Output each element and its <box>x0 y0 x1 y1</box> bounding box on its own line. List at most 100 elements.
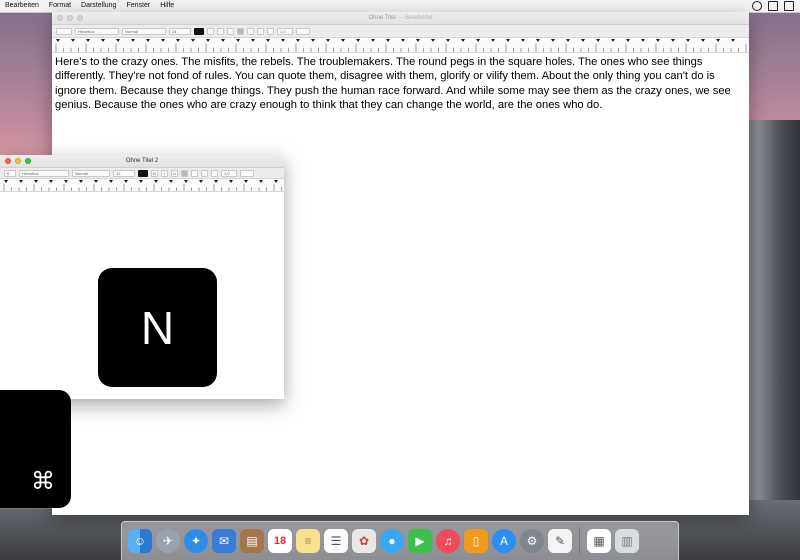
textedit-icon[interactable]: ✎ <box>548 529 572 553</box>
ruler[interactable] <box>0 179 284 192</box>
tab-stop-marker[interactable] <box>176 39 180 42</box>
align-left-button[interactable] <box>181 169 188 177</box>
document-icon[interactable]: ▦ <box>587 529 611 553</box>
document-body[interactable]: Here's to the crazy ones. The misfits, t… <box>52 53 749 115</box>
battery-icon[interactable] <box>784 1 794 11</box>
tab-stop-marker[interactable] <box>461 39 465 42</box>
font-style-select[interactable]: Normal <box>72 169 110 177</box>
align-center-button[interactable] <box>247 27 254 35</box>
safari-icon[interactable]: ✦ <box>184 529 208 553</box>
tab-stop-marker[interactable] <box>356 39 360 42</box>
text-color-well[interactable] <box>138 169 148 177</box>
launchpad-icon[interactable]: ✈ <box>156 529 180 553</box>
text-color-well[interactable] <box>194 27 204 35</box>
tab-stop-marker[interactable] <box>686 39 690 42</box>
tab-stop-marker[interactable] <box>251 39 255 42</box>
tab-stop-marker[interactable] <box>431 39 435 42</box>
tab-stop-marker[interactable] <box>341 39 345 42</box>
tab-stop-marker[interactable] <box>401 39 405 42</box>
line-spacing-select[interactable]: 1,0 <box>221 169 237 177</box>
finder-icon[interactable]: ☺ <box>128 529 152 553</box>
menu-hilfe[interactable]: Hilfe <box>155 0 179 12</box>
airplay-icon[interactable] <box>768 1 778 11</box>
tab-stop-marker[interactable] <box>124 180 128 183</box>
bold-button[interactable] <box>207 27 214 35</box>
notes-icon[interactable]: ≡ <box>296 529 320 553</box>
tab-stop-marker[interactable] <box>551 39 555 42</box>
tab-stop-marker[interactable] <box>244 180 248 183</box>
trash-icon[interactable]: ▥ <box>615 529 639 553</box>
paragraph-styles-button[interactable]: ¶ <box>4 169 16 177</box>
tab-stop-marker[interactable] <box>19 180 23 183</box>
tab-stop-marker[interactable] <box>656 39 660 42</box>
ibooks-icon[interactable]: ▯ <box>464 529 488 553</box>
window-titlebar[interactable]: Ohne Titel — Bearbeitet <box>52 12 749 25</box>
time-machine-icon[interactable] <box>752 1 762 11</box>
align-justify-button[interactable] <box>267 27 274 35</box>
menu-format[interactable]: Format <box>44 0 76 12</box>
reminders-icon[interactable]: ☰ <box>324 529 348 553</box>
contacts-icon[interactable]: ▤ <box>240 529 264 553</box>
menu-fenster[interactable]: Fenster <box>121 0 155 12</box>
tab-stop-marker[interactable] <box>214 180 218 183</box>
font-family-select[interactable]: Helvetica <box>19 169 69 177</box>
tab-stop-marker[interactable] <box>221 39 225 42</box>
tab-stop-marker[interactable] <box>671 39 675 42</box>
system-preferences-icon[interactable]: ⚙ <box>520 529 544 553</box>
tab-stop-marker[interactable] <box>139 180 143 183</box>
facetime-icon[interactable]: ▶ <box>408 529 432 553</box>
tab-stop-marker[interactable] <box>154 180 158 183</box>
font-size-select[interactable]: 12 <box>113 169 135 177</box>
tab-stop-marker[interactable] <box>184 180 188 183</box>
tab-stop-marker[interactable] <box>491 39 495 42</box>
tab-stop-marker[interactable] <box>146 39 150 42</box>
itunes-icon[interactable]: ♫ <box>436 529 460 553</box>
tab-stop-marker[interactable] <box>236 39 240 42</box>
tab-stop-marker[interactable] <box>596 39 600 42</box>
align-center-button[interactable] <box>191 169 198 177</box>
window-titlebar[interactable]: Ohne Titel 2 <box>0 155 284 168</box>
tab-stop-marker[interactable] <box>311 39 315 42</box>
tab-stop-marker[interactable] <box>626 39 630 42</box>
tab-stop-marker[interactable] <box>191 39 195 42</box>
tab-stop-marker[interactable] <box>49 180 53 183</box>
tab-stop-marker[interactable] <box>79 180 83 183</box>
tab-stop-marker[interactable] <box>169 180 173 183</box>
appstore-icon[interactable]: A <box>492 529 516 553</box>
font-size-select[interactable]: 24 <box>169 27 191 35</box>
tab-stop-marker[interactable] <box>199 180 203 183</box>
tab-stop-marker[interactable] <box>116 39 120 42</box>
tab-stop-marker[interactable] <box>506 39 510 42</box>
tab-stop-marker[interactable] <box>566 39 570 42</box>
tab-stop-marker[interactable] <box>701 39 705 42</box>
messages-icon[interactable]: ● <box>380 529 404 553</box>
font-style-select[interactable]: Normal <box>122 27 166 35</box>
tab-stop-marker[interactable] <box>611 39 615 42</box>
tab-stop-marker[interactable] <box>86 39 90 42</box>
mail-icon[interactable]: ✉ <box>212 529 236 553</box>
tab-stop-marker[interactable] <box>446 39 450 42</box>
tab-stop-marker[interactable] <box>536 39 540 42</box>
tab-stop-marker[interactable] <box>296 39 300 42</box>
tab-stop-marker[interactable] <box>94 180 98 183</box>
photos-icon[interactable]: ✿ <box>352 529 376 553</box>
tab-stop-marker[interactable] <box>731 39 735 42</box>
tab-stop-marker[interactable] <box>266 39 270 42</box>
tab-stop-marker[interactable] <box>716 39 720 42</box>
menu-darstellung[interactable]: Darstellung <box>76 0 121 12</box>
tab-stop-marker[interactable] <box>71 39 75 42</box>
tab-stop-marker[interactable] <box>206 39 210 42</box>
underline-button[interactable] <box>227 27 234 35</box>
italic-button[interactable] <box>217 27 224 35</box>
tab-stop-marker[interactable] <box>326 39 330 42</box>
tab-stop-marker[interactable] <box>274 180 278 183</box>
align-left-button[interactable] <box>237 27 244 35</box>
menu-bearbeiten[interactable]: Bearbeiten <box>0 0 44 12</box>
tab-stop-marker[interactable] <box>161 39 165 42</box>
align-justify-button[interactable] <box>211 169 218 177</box>
tab-stop-marker[interactable] <box>34 180 38 183</box>
underline-button[interactable]: U <box>171 169 178 177</box>
tab-stop-marker[interactable] <box>4 180 8 183</box>
list-bullets-select[interactable] <box>296 27 310 35</box>
tab-stop-marker[interactable] <box>371 39 375 42</box>
